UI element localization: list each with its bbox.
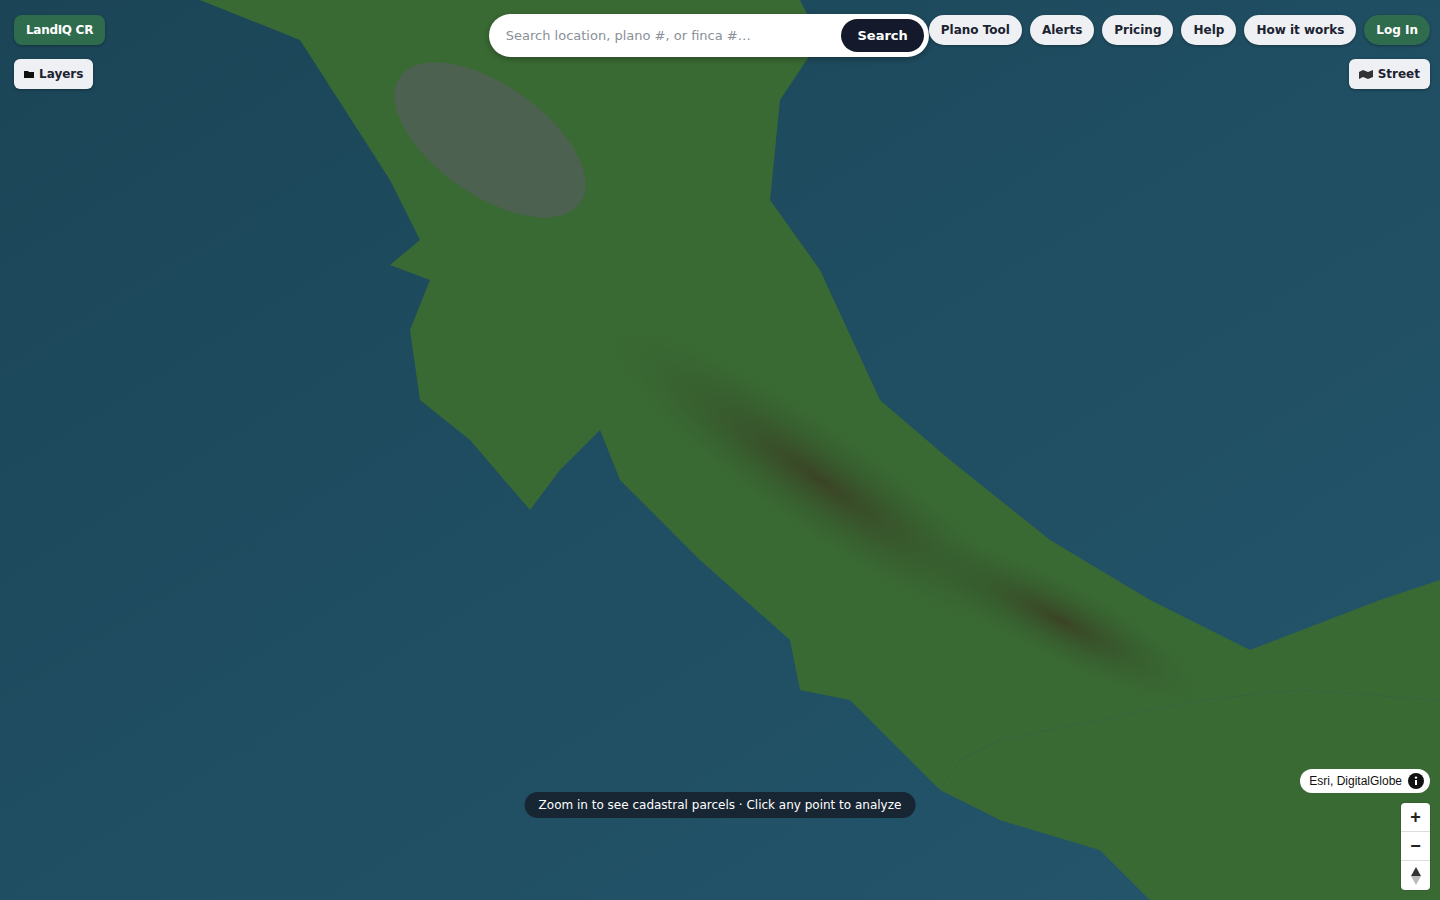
search-button[interactable]: Search xyxy=(841,19,923,52)
nav-button[interactable]: Help xyxy=(1181,15,1236,45)
login-button[interactable]: Log In xyxy=(1364,15,1430,45)
info-icon[interactable] xyxy=(1408,773,1424,789)
basemap-toggle[interactable]: Street xyxy=(1349,59,1430,89)
satellite-map[interactable] xyxy=(0,0,1440,900)
map-icon xyxy=(1359,70,1373,79)
folder-icon xyxy=(24,70,34,78)
layers-button[interactable]: Layers xyxy=(14,59,93,89)
zoom-in-button[interactable]: + xyxy=(1401,803,1430,832)
attribution: Esri, DigitalGlobe xyxy=(1300,769,1430,793)
search-input[interactable] xyxy=(504,27,834,44)
nav-button[interactable]: How it works xyxy=(1244,15,1356,45)
search-bar: Search xyxy=(489,14,929,57)
map[interactable]: LandIQ CR Layers SearchPlano Tool Alerts Pri… xyxy=(0,0,1440,900)
compass-button[interactable] xyxy=(1401,861,1430,890)
nav-bar: Plano Tool Alerts Pricing Help How it works L… xyxy=(929,15,1430,45)
brand-logo[interactable]: LandIQ CR xyxy=(14,15,105,45)
nav-button[interactable]: Pricing xyxy=(1102,15,1173,45)
zoom-controls: +− xyxy=(1401,803,1430,890)
map-hint: Zoom in to see cadastral parcels · Click… xyxy=(525,792,916,818)
compass-icon xyxy=(1411,867,1421,885)
nav-button[interactable]: Plano Tool xyxy=(929,15,1022,45)
nav-button[interactable]: Alerts xyxy=(1030,15,1094,45)
zoom-out-button[interactable]: − xyxy=(1401,832,1430,861)
